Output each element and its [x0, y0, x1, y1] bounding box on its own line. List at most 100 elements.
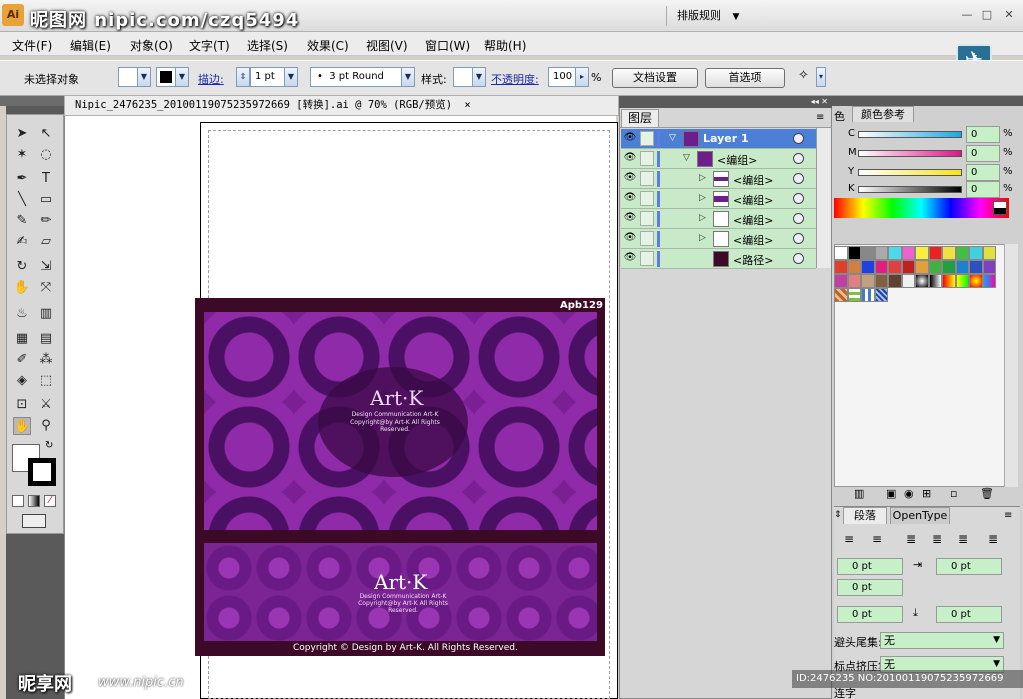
swap-colors-icon[interactable]: ↻: [45, 440, 53, 451]
swatch-options-icon[interactable]: ◉: [904, 487, 914, 500]
layers-scrollbar[interactable]: [816, 128, 831, 268]
magic-wand-tool-icon[interactable]: ✶: [13, 146, 31, 164]
lock-toggle[interactable]: [640, 151, 654, 166]
panel-menu-icon[interactable]: ≡: [816, 112, 824, 123]
disclosure-triangle-icon[interactable]: ▷: [699, 213, 706, 223]
swatch[interactable]: [969, 274, 983, 288]
layer-name[interactable]: <编组>: [733, 212, 773, 228]
layer-name[interactable]: <编组>: [733, 172, 773, 188]
menu-select[interactable]: 选择(S): [247, 37, 288, 54]
eye-icon[interactable]: 👁: [623, 172, 637, 184]
trash-icon[interactable]: 🗑: [980, 487, 994, 500]
menu-type[interactable]: 文字(T): [189, 37, 230, 54]
eye-icon[interactable]: 👁: [623, 132, 637, 144]
swatch[interactable]: [901, 260, 915, 274]
swatch[interactable]: [928, 274, 942, 288]
swatch[interactable]: [847, 274, 861, 288]
yellow-field[interactable]: 0: [966, 164, 1000, 181]
black-field[interactable]: 0: [966, 181, 1000, 198]
layer-name[interactable]: Layer 1: [703, 132, 749, 145]
layer-row-group[interactable]: 👁 ▷ <编组>: [621, 209, 816, 229]
preferences-button[interactable]: 首选项: [705, 68, 785, 88]
warp-tool-icon[interactable]: ✋: [13, 279, 31, 297]
tab-paragraph[interactable]: 段落: [843, 507, 887, 524]
target-icon[interactable]: [793, 253, 804, 264]
right-indent-field[interactable]: 0 pt: [936, 558, 1002, 575]
new-group-icon[interactable]: ⊞: [922, 487, 931, 500]
lock-toggle[interactable]: [640, 231, 654, 246]
swatch[interactable]: [874, 274, 888, 288]
document-setup-button[interactable]: 文档设置: [612, 68, 698, 88]
swatch[interactable]: [874, 288, 888, 302]
swatch[interactable]: [915, 274, 929, 288]
direct-selection-tool-icon[interactable]: ↖: [37, 125, 55, 143]
first-line-indent-field[interactable]: 0 pt: [837, 579, 903, 596]
layer-name[interactable]: <编组>: [733, 232, 773, 248]
symbol-sprayer-tool-icon[interactable]: ♨: [13, 305, 31, 323]
yellow-slider[interactable]: [858, 169, 962, 176]
blob-brush-tool-icon[interactable]: ✍: [13, 233, 31, 251]
menu-edit[interactable]: 编辑(E): [70, 37, 111, 54]
stepper-icon[interactable]: ⇕: [236, 67, 250, 87]
black-white-swatch[interactable]: [993, 201, 1007, 215]
rotate-tool-icon[interactable]: ↻: [13, 258, 31, 276]
gradient-tool-icon[interactable]: ▤: [37, 330, 55, 348]
eye-icon[interactable]: 👁: [623, 152, 637, 164]
target-icon[interactable]: [793, 173, 804, 184]
swatch[interactable]: [915, 246, 929, 260]
eye-icon[interactable]: 👁: [623, 252, 637, 264]
disclosure-triangle-icon[interactable]: ▽: [683, 153, 690, 163]
scale-tool-icon[interactable]: ⇲: [37, 258, 55, 276]
layer-row-group[interactable]: 👁 ▷ <编组>: [621, 229, 816, 249]
live-paint-selection-tool-icon[interactable]: ⬚: [37, 372, 55, 390]
swatch[interactable]: [847, 260, 861, 274]
swatch[interactable]: [861, 260, 875, 274]
maximize-icon[interactable]: □: [980, 8, 994, 22]
eye-icon[interactable]: 👁: [623, 212, 637, 224]
eyedropper-tool-icon[interactable]: ✐: [13, 351, 31, 369]
free-transform-tool-icon[interactable]: ⤧: [37, 279, 55, 297]
disclosure-triangle-icon[interactable]: ▷: [699, 233, 706, 243]
pencil-tool-icon[interactable]: ✏: [37, 212, 55, 230]
brush-select[interactable]: • 3 pt Round: [310, 67, 402, 87]
screen-mode-icon[interactable]: [22, 514, 46, 528]
lock-toggle[interactable]: [640, 131, 654, 146]
type-tool-icon[interactable]: T: [37, 170, 55, 188]
artboard-tool-icon[interactable]: ⊡: [13, 396, 31, 414]
lock-toggle[interactable]: [640, 251, 654, 266]
menu-window[interactable]: 窗口(W): [425, 37, 470, 54]
chevron-updown-icon[interactable]: ⇕: [834, 510, 842, 520]
stroke-label-link[interactable]: 描边:: [198, 71, 224, 87]
chevron-down-icon[interactable]: ▾: [816, 67, 826, 87]
swatch[interactable]: [888, 260, 902, 274]
hand-tool-icon[interactable]: ✋: [13, 417, 31, 435]
cyan-slider[interactable]: [858, 131, 962, 138]
chevron-down-icon[interactable]: ▼: [137, 67, 151, 87]
swatch[interactable]: [834, 246, 848, 260]
wand-icon[interactable]: ✧: [798, 68, 809, 83]
target-icon[interactable]: [793, 233, 804, 244]
layer-row-group[interactable]: 👁 ▷ <编组>: [621, 189, 816, 209]
magenta-field[interactable]: 0: [966, 145, 1000, 162]
swatch[interactable]: [847, 288, 861, 302]
pen-tool-icon[interactable]: ✒: [13, 170, 31, 188]
swatch[interactable]: [901, 246, 915, 260]
menu-object[interactable]: 对象(O): [130, 37, 173, 54]
tab-color[interactable]: 色: [834, 108, 845, 124]
document-tab[interactable]: Nipic_2476235_20100119075235972669 [转换].…: [64, 95, 619, 116]
chevron-down-icon[interactable]: ▼: [284, 67, 298, 87]
color-mode-icon[interactable]: [12, 495, 24, 507]
lasso-tool-icon[interactable]: ◌: [37, 146, 55, 164]
close-window-icon[interactable]: ✕: [1002, 8, 1016, 22]
stroke-color-box[interactable]: [28, 458, 56, 486]
cyan-field[interactable]: 0: [966, 126, 1000, 143]
swatch[interactable]: [969, 260, 983, 274]
space-after-field[interactable]: 0 pt: [936, 606, 1002, 623]
zoom-tool-icon[interactable]: ⚲: [37, 417, 55, 435]
layers-panel-header[interactable]: ◂◂ ✕: [619, 96, 832, 108]
swatch[interactable]: [982, 246, 996, 260]
live-paint-bucket-tool-icon[interactable]: ◈: [13, 372, 31, 390]
lock-toggle[interactable]: [640, 191, 654, 206]
swatch[interactable]: [874, 260, 888, 274]
swatch[interactable]: [982, 274, 996, 288]
